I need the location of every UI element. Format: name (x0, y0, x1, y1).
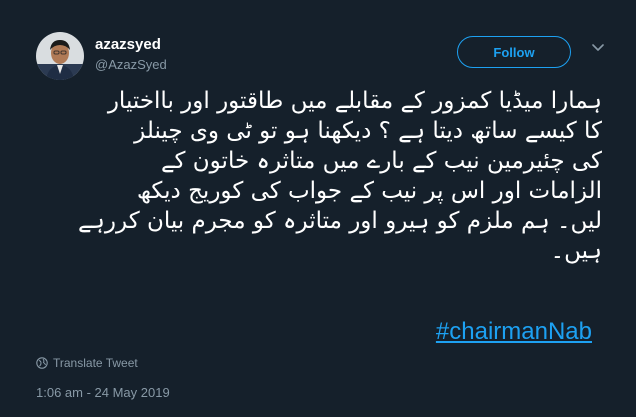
chevron-down-icon[interactable] (590, 40, 606, 56)
tweet-line: الزامات اور اس پر نیب کے جواب کی کوریج د… (136, 178, 602, 204)
hashtag-link[interactable]: #chairmanNab (436, 318, 592, 346)
author-handle[interactable]: @AzazSyed (95, 57, 167, 72)
tweet-text: ہمارا میڈیا کمزور کے مقابلے میں طاقتور ا… (28, 86, 602, 266)
tweet-line: ہیں۔ (550, 238, 602, 264)
tweet-line: ہمارا میڈیا کمزور کے مقابلے میں طاقتور ا… (107, 88, 602, 114)
tweet-timestamp[interactable]: 1:06 am - 24 May 2019 (36, 385, 170, 400)
tweet-line: کی چئیرمین نیب کے بارے میں متاثرہ خاتون … (161, 148, 602, 174)
avatar-image (36, 32, 84, 80)
avatar[interactable] (36, 32, 84, 80)
tweet-line: کا کیسے ساتھ دیتا ہے ؟ دیکھنا ہو تو ٹی و… (134, 118, 602, 144)
tweet-line: لیں۔ ہم ملزم کو ہیرو اور متاثرہ کو مجرم … (77, 208, 602, 234)
author-name[interactable]: azazsyed (95, 36, 161, 53)
translate-label: Translate Tweet (53, 356, 138, 370)
translate-tweet-link[interactable]: Translate Tweet (36, 356, 138, 370)
follow-button[interactable]: Follow (457, 36, 571, 68)
tweet-card: azazsyed @AzazSyed Follow ہمارا میڈیا کم… (0, 0, 636, 417)
globe-icon (36, 357, 48, 369)
